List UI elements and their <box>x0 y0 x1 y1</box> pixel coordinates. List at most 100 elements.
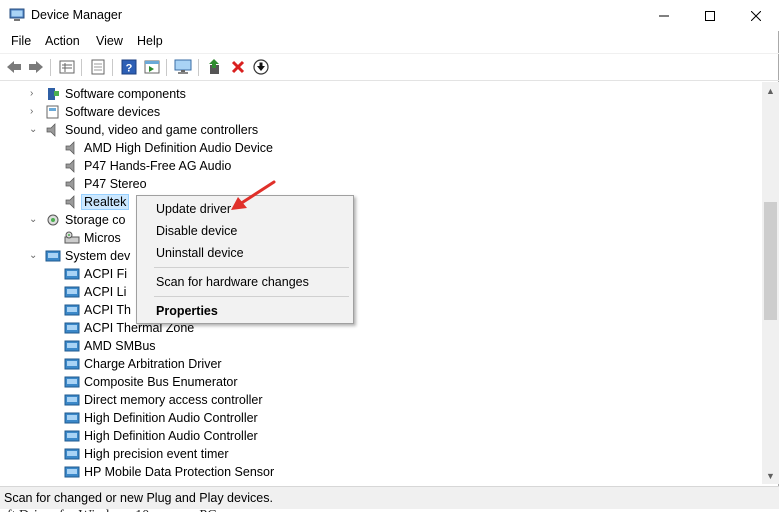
menu-help[interactable]: Help <box>137 34 163 48</box>
menu-bar: File Action View Help <box>0 31 779 52</box>
tree-item-label: ACPI Th <box>84 303 132 317</box>
tree-item-label: Realtek <box>80 194 130 210</box>
tree-item-label: ACPI Fi <box>84 267 128 281</box>
tree-item-label: High precision event timer <box>84 447 229 461</box>
tree-item-software-devices[interactable]: › Software devices <box>0 103 760 121</box>
device-manager-window: Device Manager File Action View Help ? ›… <box>0 0 779 509</box>
tree-item-acpi-lid[interactable]: ACPI Li <box>0 283 760 301</box>
properties-view-button[interactable] <box>58 58 76 76</box>
menu-separator <box>154 296 349 297</box>
add-driver-icon <box>209 59 219 74</box>
tree-item-acpi-fixed[interactable]: ACPI Fi <box>0 265 760 283</box>
tree-item-charge-arbitration[interactable]: Charge Arbitration Driver <box>0 355 760 373</box>
tree-item-label: Charge Arbitration Driver <box>84 357 222 371</box>
tree-item-microsoft-storage[interactable]: Micros <box>0 229 760 247</box>
menu-view[interactable]: View <box>96 34 123 48</box>
menu-action[interactable]: Action <box>45 34 80 48</box>
speaker-icon <box>46 123 56 137</box>
chevron-down-icon[interactable]: ⌄ <box>29 250 38 261</box>
menu-item-update-driver[interactable]: Update driver <box>156 202 231 216</box>
scroll-thumb[interactable] <box>764 202 777 320</box>
back-icon <box>7 61 21 73</box>
tree-item-label: Software devices <box>65 105 161 119</box>
component-icon <box>48 88 59 100</box>
tree-item-label: High Definition Audio Controller <box>84 411 258 425</box>
help-button[interactable]: ? <box>120 58 138 76</box>
tree-item-hpet[interactable]: High precision event timer <box>0 445 760 463</box>
tree-item-p47-stereo[interactable]: P47 Stereo <box>0 175 760 193</box>
device-tree[interactable]: › Software components › Software devices… <box>0 82 762 484</box>
uninstall-x-icon <box>231 60 245 74</box>
enable-device-button[interactable] <box>252 58 270 76</box>
menu-file[interactable]: File <box>11 34 31 48</box>
scroll-up-button[interactable]: ▲ <box>762 82 779 99</box>
tree-item-amd-hd-audio[interactable]: AMD High Definition Audio Device <box>0 139 760 157</box>
tree-item-acpi-thermal-zone[interactable]: ACPI Thermal Zone <box>0 319 760 337</box>
menu-item-scan-hardware-changes[interactable]: Scan for hardware changes <box>156 275 309 289</box>
minimize-button[interactable] <box>641 0 687 31</box>
maximize-button[interactable] <box>687 0 733 31</box>
menu-item-uninstall-device[interactable]: Uninstall device <box>156 246 244 260</box>
tree-item-hp-mobile-data-protection[interactable]: HP Mobile Data Protection Sensor <box>0 463 760 481</box>
status-text: Scan for changed or new Plug and Play de… <box>4 491 273 505</box>
tree-item-amd-smbus[interactable]: AMD SMBus <box>0 337 760 355</box>
tree-item-label: Direct memory access controller <box>84 393 263 407</box>
tree-item-acpi-thermal[interactable]: ACPI Th <box>0 301 760 319</box>
close-button[interactable] <box>733 0 779 31</box>
back-button[interactable] <box>5 58 23 76</box>
update-driver-button[interactable] <box>206 58 224 76</box>
tree-item-p47-hands-free[interactable]: P47 Hands-Free AG Audio <box>0 157 760 175</box>
chevron-down-icon[interactable]: ⌄ <box>29 214 38 225</box>
tree-item-hd-audio-controller-1[interactable]: High Definition Audio Controller <box>0 409 760 427</box>
speaker-icon <box>65 195 75 209</box>
menu-item-disable-device[interactable]: Disable device <box>156 224 237 238</box>
system-folder-icon <box>45 250 61 262</box>
system-device-icon <box>64 412 80 424</box>
help-icon: ? <box>121 59 137 75</box>
tree-item-sound-video-game-controllers[interactable]: ⌄ Sound, video and game controllers <box>0 121 760 139</box>
background-page-text: oft Driver for Windows 10 on your PC <box>0 508 780 512</box>
system-device-icon <box>64 394 80 406</box>
chevron-right-icon[interactable]: › <box>30 88 39 99</box>
tree-item-label: ACPI Li <box>84 285 127 299</box>
vertical-scrollbar[interactable]: ▲ ▼ <box>762 82 779 484</box>
tree-item-system-devices[interactable]: ⌄ System dev <box>0 247 760 265</box>
system-device-icon <box>64 304 80 316</box>
tree-item-hd-audio-controller-2[interactable]: High Definition Audio Controller <box>0 427 760 445</box>
system-device-icon <box>64 322 80 334</box>
title-bar[interactable]: Device Manager <box>0 0 779 31</box>
show-hide-console-tree-icon <box>91 59 105 75</box>
forward-button[interactable] <box>27 58 45 76</box>
tree-item-dma-controller[interactable]: Direct memory access controller <box>0 391 760 409</box>
monitor-icon <box>174 59 192 74</box>
toolbar-separator <box>81 59 82 76</box>
tree-item-label: Sound, video and game controllers <box>65 123 259 137</box>
toolbar-separator <box>112 59 113 76</box>
tree-item-label: HP Mobile Data Protection Sensor <box>84 465 275 479</box>
tree-item-software-components[interactable]: › Software components <box>0 85 760 103</box>
tree-item-composite-bus[interactable]: Composite Bus Enumerator <box>0 373 760 391</box>
action-pane-button[interactable] <box>143 58 161 76</box>
close-icon <box>751 10 761 21</box>
red-arrow-annotation-icon <box>231 180 276 210</box>
system-device-icon <box>64 340 80 352</box>
tree-item-label: System dev <box>65 249 131 263</box>
chevron-down-icon: ▼ <box>766 470 775 481</box>
tree-item-realtek[interactable]: Realtek <box>0 193 760 211</box>
chevron-up-icon: ▲ <box>766 85 775 96</box>
toolbar-separator <box>166 59 167 76</box>
show-hide-console-tree-button[interactable] <box>89 58 107 76</box>
menu-item-properties[interactable]: Properties <box>156 304 218 318</box>
svg-text:?: ? <box>126 63 133 75</box>
storage-icon <box>47 214 59 226</box>
chevron-down-icon[interactable]: ⌄ <box>29 124 38 135</box>
window-title: Device Manager <box>31 8 123 22</box>
scroll-down-button[interactable]: ▼ <box>762 467 779 484</box>
tree-item-storage-controllers[interactable]: ⌄ Storage co <box>0 211 760 229</box>
chevron-right-icon[interactable]: › <box>30 106 39 117</box>
software-device-icon <box>46 105 59 119</box>
forward-icon <box>29 61 43 73</box>
scan-monitor-button[interactable] <box>174 58 192 76</box>
uninstall-device-button[interactable] <box>229 58 247 76</box>
speaker-icon <box>65 177 75 191</box>
